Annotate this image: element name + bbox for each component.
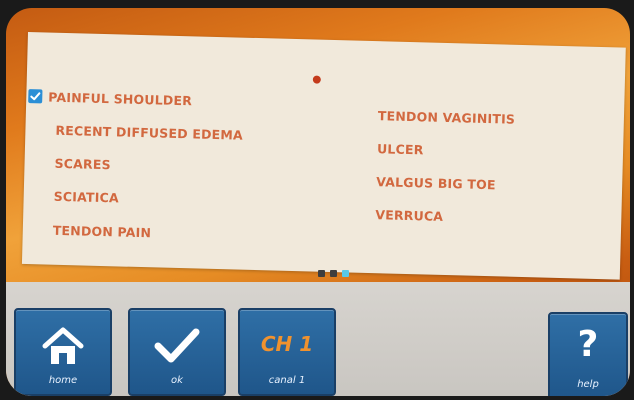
- channel-label: canal 1: [268, 375, 306, 386]
- help-icon: ?: [577, 324, 599, 365]
- page-dot-2[interactable]: [330, 270, 337, 277]
- page-indicator: [318, 270, 349, 277]
- home-label: home: [48, 375, 78, 386]
- checkmark-icon: [154, 328, 200, 363]
- checkbox-painful-shoulder[interactable]: [28, 89, 43, 104]
- help-label: help: [577, 379, 599, 390]
- condition-checklist-panel: PAINFUL SHOULDER RECENT DIFFUSED EDEMA S…: [21, 32, 626, 280]
- home-button[interactable]: home: [14, 308, 112, 396]
- help-button[interactable]: ? help: [548, 312, 628, 396]
- option-valgus-big-toe[interactable]: VALGUS BIG TOE: [376, 174, 496, 192]
- option-tendon-vaginitis[interactable]: TENDON VAGINITIS: [378, 108, 516, 127]
- checkbox-checked-icon: [30, 92, 41, 101]
- indicator-dot: [312, 75, 321, 84]
- page-dot-1[interactable]: [318, 270, 325, 277]
- device-frame: PAINFUL SHOULDER RECENT DIFFUSED EDEMA S…: [0, 0, 634, 400]
- channel-title: CH 1: [260, 332, 314, 356]
- option-painful-shoulder[interactable]: PAINFUL SHOULDER: [48, 90, 192, 109]
- option-tendon-pain[interactable]: TENDON PAIN: [53, 223, 152, 241]
- option-scares[interactable]: SCARES: [54, 156, 111, 172]
- option-recent-diffused-edema[interactable]: RECENT DIFFUSED EDEMA: [55, 123, 243, 143]
- home-icon: [42, 327, 84, 364]
- option-ulcer[interactable]: ULCER: [377, 141, 424, 157]
- channel-1-button[interactable]: CH 1 canal 1: [238, 308, 336, 396]
- option-sciatica[interactable]: SCIATICA: [54, 189, 120, 206]
- bottom-toolbar: home ok CH 1 canal 1 ? help: [6, 282, 630, 396]
- page-dot-3-active[interactable]: [342, 270, 349, 277]
- touch-screen: PAINFUL SHOULDER RECENT DIFFUSED EDEMA S…: [6, 8, 630, 396]
- ok-label: ok: [171, 375, 183, 386]
- ok-button[interactable]: ok: [128, 308, 226, 396]
- option-verruca[interactable]: VERRUCA: [375, 207, 443, 224]
